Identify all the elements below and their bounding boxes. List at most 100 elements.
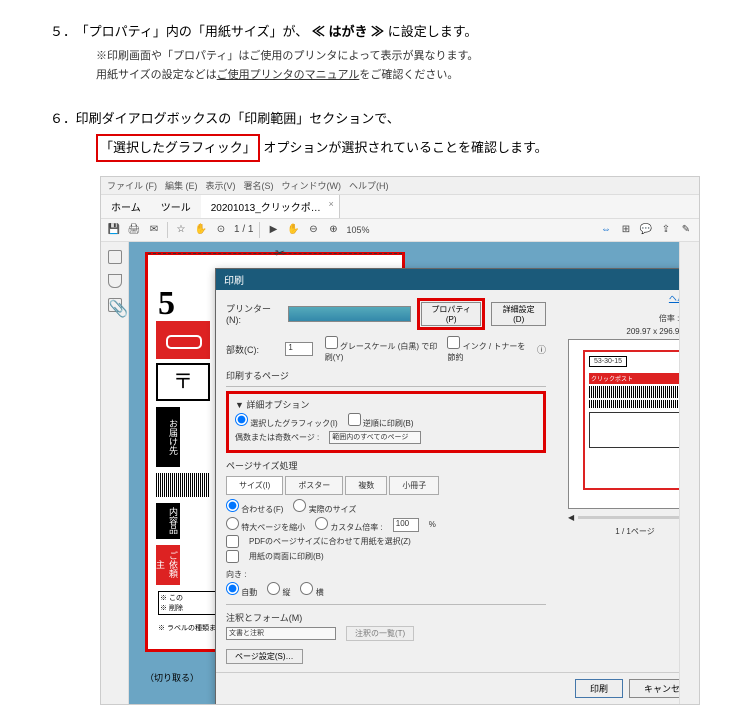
slider-track[interactable] [578,516,679,519]
detail-options-highlight: ▼ 詳細オプション 選択したグラフィック(I) 逆順に印刷(B) 偶数または奇数… [226,391,546,453]
cancel-button[interactable]: キャンセル [629,679,679,698]
close-tab-icon[interactable]: × [329,199,334,209]
preview-page-indicator: 1 / 1ページ [568,526,679,537]
sign-icon[interactable]: ✎ [679,223,693,237]
shrink-radio[interactable]: 特大ページを縮小 [226,517,305,533]
menu-sign[interactable]: 署名(S) [244,179,274,192]
zoom-in-icon[interactable]: ⊕ [326,223,340,237]
scissors-icon: ✂ [275,246,285,260]
info-icon[interactable]: ⓘ [537,343,546,356]
comments-select[interactable]: 文書と注釈 [226,627,336,640]
selected-graphic-radio[interactable]: 選択したグラフィック(I) [235,413,338,429]
cut-label-left: （切り取る） [145,671,199,684]
dialog-body: プリンター(N): プロパティ(P) 詳細設定(D) 部数(C): 1 グレース… [216,290,679,672]
step5-note2: 用紙サイズの設定などはご使用プリンタのマニュアルをご確認ください。 [96,66,700,85]
both-sides-checkbox[interactable]: 用紙の両面に印刷(B) [226,550,546,563]
screenshot: ファイル (F) 編集 (E) 表示(V) 署名(S) ウィンドウ(W) ヘルプ… [100,176,700,705]
help-link[interactable]: ヘルプ(H) [669,293,679,304]
copies-input[interactable]: 1 [285,342,312,356]
property-button[interactable]: プロパティ(P) [421,302,481,326]
tab-poster[interactable]: ポスター [285,476,343,495]
orient-landscape-radio[interactable]: 横 [300,582,323,598]
orient-auto-radio[interactable]: 自動 [226,582,257,598]
tab-multi[interactable]: 複数 [345,476,387,495]
tab-size[interactable]: サイズ(I) [226,476,283,495]
tab-booklet[interactable]: 小冊子 [389,476,439,495]
preview-barcode-icon [589,386,679,398]
label-tag-sender: ご依頼主 [156,545,180,585]
step5-line: ５． 「プロパティ」内の「用紙サイズ」が、 ≪ はがき ≫ に設定します。 [50,20,700,43]
page-indicator: 1 / 1 [234,224,253,235]
menu-window[interactable]: ウィンドウ(W) [282,179,342,192]
step5-text-a: 「プロパティ」内の「用紙サイズ」が、 [76,24,309,39]
printer-select[interactable] [288,306,411,322]
star-icon[interactable]: ☆ [174,223,188,237]
custom-scale-input[interactable]: 100 [393,518,419,532]
step6-text-c: オプションが選択されていることを確認します。 [263,140,547,155]
step5-num: ５． [50,20,72,43]
toolbar: 💾 🖨 ✉ ☆ ✋ ⊙ 1 / 1 ▶ ✋ ⊖ ⊕ 105% ⇔ ⊞ 💬 ⇪ ✎ [101,219,699,242]
menu-edit[interactable]: 編集 (E) [165,179,198,192]
page-up-icon[interactable]: ⊙ [214,223,228,237]
side-tools: 📎 [101,242,129,704]
step6-line2: 「選択したグラフィック」 オプションが選択されていることを確認します。 [96,134,700,161]
fit-width-icon[interactable]: ⇔ [599,223,613,237]
thumbnails-icon[interactable] [108,250,122,264]
grayscale-checkbox[interactable]: グレースケール (白黒) で印刷(Y) [325,336,442,363]
odd-even-label: 偶数または奇数ページ : [235,432,319,443]
preview-panel: 倍率 : 170% 209.97 x 296.97 ミリ 53-30-15 クリ… [568,313,679,537]
orientation-label: 向き : [226,569,246,580]
tab-document[interactable]: 20201013_クリックポ… × [201,195,340,218]
doc-canvas: 5 〒 お届け先 内容品 ご依頼主 ※ この ※ 削除 ※ ラベルの種類または修… [129,242,679,704]
label-tag-contents: 内容品 [156,503,180,539]
odd-even-select[interactable]: 範囲内のすべてのページ [329,431,421,444]
bookmark-icon[interactable] [108,274,122,288]
step5-text-c: に設定します。 [388,24,478,39]
fit-page-icon[interactable]: ⊞ [619,223,633,237]
slider-prev-icon[interactable]: ◀ [568,513,574,522]
postal-mark-icon: 〒 [156,363,210,401]
preview-slider: ◀ ▶ [568,513,679,522]
doc-area: 📎 5 〒 お届け先 内容品 ご依頼主 ※ この ※ 削除 ※ ラベルの種類また… [101,242,699,704]
mail-icon[interactable]: ✉ [147,223,161,237]
print-dialog: 印刷 × ヘルプ(H) プリンター(N): プロパティ(P) 詳細設定(D) [215,268,679,704]
app-tabs: ホーム ツール 20201013_クリックポ… × [101,195,699,219]
actual-radio[interactable]: 実際のサイズ [293,499,356,515]
fit-radio[interactable]: 合わせる(F) [226,499,283,515]
step5-note1: ※印刷画面や「プロパティ」はご使用のプリンタによって表示が異なります。 [96,47,700,66]
detail-settings-button[interactable]: 詳細設定(D) [491,302,546,326]
zoom-out-icon[interactable]: ⊖ [306,223,320,237]
reverse-order-checkbox[interactable]: 逆順に印刷(B) [348,413,414,429]
save-toner-checkbox[interactable]: インク / トナーを節約 [447,336,531,363]
comments-label: 注釈とフォーム(M) [226,611,546,624]
preview-tracking-number: 53-30-15 [589,356,627,367]
comment-icon[interactable]: 💬 [639,223,653,237]
comments-summary-button: 注釈の一覧(T) [346,626,414,641]
tab-tool[interactable]: ツール [151,195,201,218]
preview-label: 53-30-15 クリックポスト [583,350,679,490]
hand-icon[interactable]: ✋ [194,223,208,237]
menu-view[interactable]: 表示(V) [206,179,236,192]
hand2-icon[interactable]: ✋ [286,223,300,237]
label-note-box: ※ この ※ 削除 [158,591,216,615]
detail-options-toggle[interactable]: ▼ 詳細オプション [235,398,537,411]
pdf-paper-checkbox[interactable]: PDFのページサイズに合わせて用紙を選択(Z) [226,535,546,548]
label-tag-recipient: お届け先 [156,407,180,467]
printer-label: プリンター(N): [226,302,282,325]
preview-box: 53-30-15 クリックポスト [568,339,679,509]
dialog-title: 印刷 [224,272,244,287]
custom-radio[interactable]: カスタム倍率 : [315,517,383,533]
tab-home[interactable]: ホーム [101,195,151,218]
menu-help[interactable]: ヘルプ(H) [349,179,389,192]
share-icon[interactable]: ⇪ [659,223,673,237]
cut-line-top: ✂ [148,253,402,254]
orient-portrait-radio[interactable]: 縦 [267,582,290,598]
attach-icon[interactable]: 📎 [108,298,122,312]
page-settings-button[interactable]: ページ設定(S)… [226,649,303,664]
scale-label: 倍率 : 170% [568,313,679,324]
save-icon[interactable]: 💾 [107,223,121,237]
cursor-icon[interactable]: ▶ [266,223,280,237]
print-button[interactable]: 印刷 [575,679,623,698]
menu-file[interactable]: ファイル (F) [107,179,157,192]
print-icon[interactable]: 🖨 [127,223,141,237]
